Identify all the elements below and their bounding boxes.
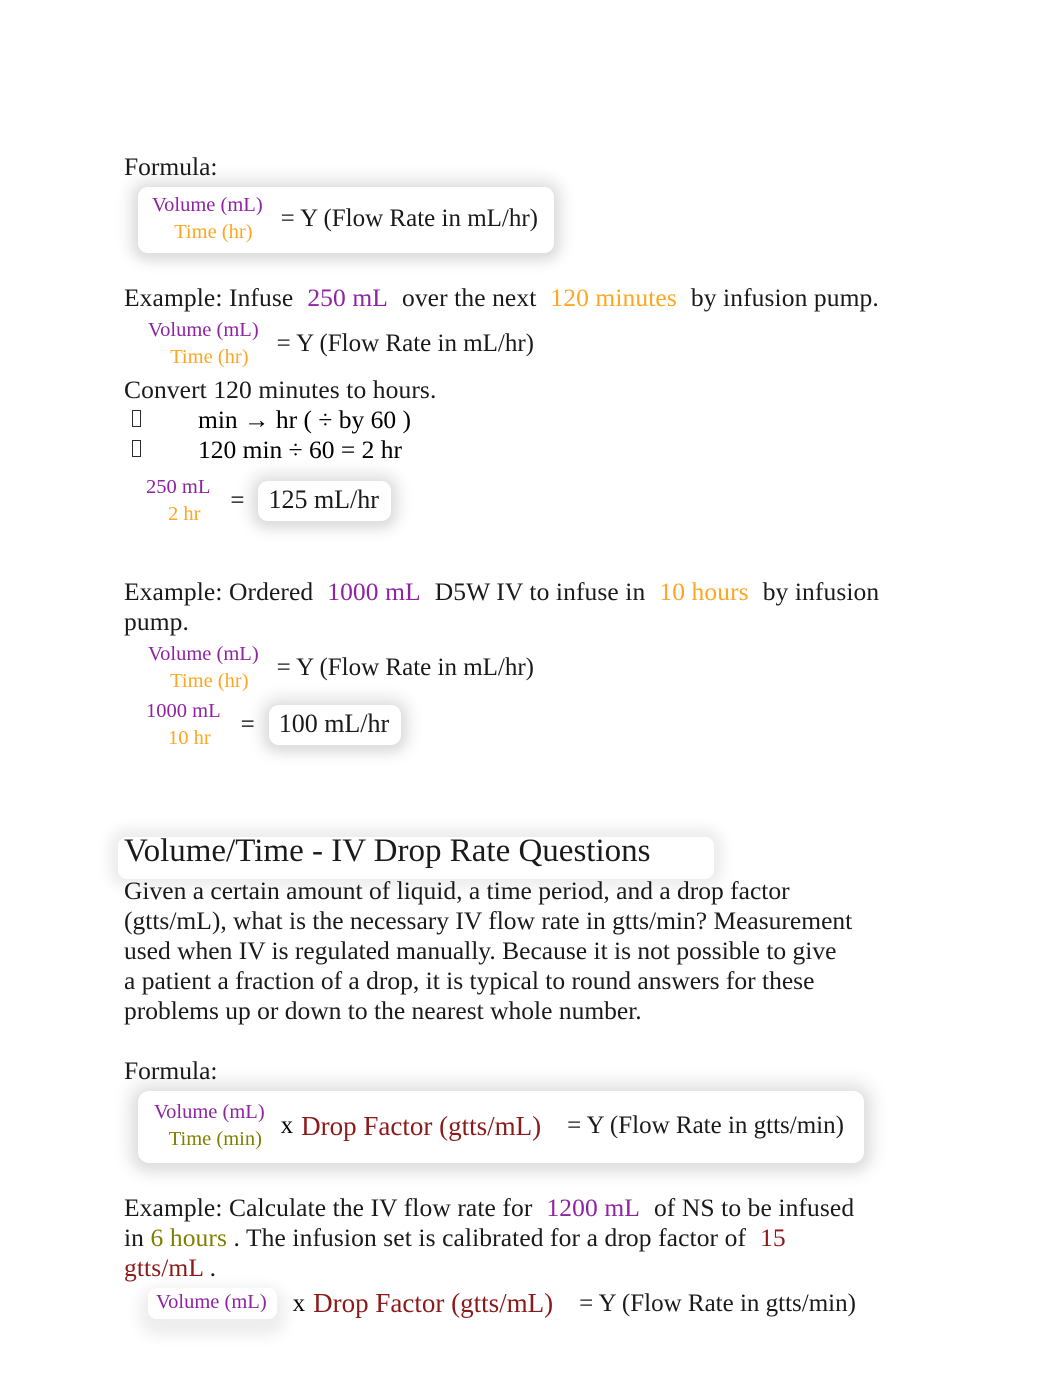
page-title: Volume/Time - IV Drop Rate Questions [124, 833, 651, 869]
drop-rate-formula-box: Volume (mL) Time (min) x Drop Factor (gt… [138, 1091, 864, 1163]
fraction-volume-over-time: Volume (mL) Time (hr) [148, 642, 259, 694]
fraction-numerator: 250 mL [146, 476, 211, 498]
example-2-calculation: 1000 mL 10 hr = 100 mL/hr [146, 699, 924, 751]
fraction-volume-over-time-min: Volume (mL) Time (min) [154, 1100, 265, 1152]
example-2-statement-line2: pump. [124, 607, 189, 636]
example-1-formula: Volume (mL) Time (hr) = Y (Flow Rate in … [148, 318, 924, 370]
example-3-time: 6 hours [150, 1223, 228, 1252]
bullet-item: min → hr ( ÷ by 60 ) [124, 405, 924, 435]
fraction-numerator: 1000 mL [146, 700, 221, 722]
description-line: problems up or down to the nearest whole… [124, 996, 642, 1025]
example-1-prefix: Example: Infuse [124, 283, 294, 312]
example-1-time: 120 minutes [550, 283, 677, 312]
multiply-sign: x [280, 1112, 294, 1139]
example-1-answer: 125 mL/hr [268, 485, 379, 514]
fraction-numerator: Volume (mL) [156, 1291, 267, 1313]
fraction-numerator: Volume (mL) [152, 194, 263, 216]
example-3-statement-line2: in 6 hours . The infusion set is calibra… [124, 1223, 924, 1253]
fraction-1000-over-10: 1000 mL 10 hr [146, 699, 221, 751]
bullet-text: min → hr ( ÷ by 60 ) [198, 405, 412, 434]
bullet-text: 120 min ÷ 60 = 2 hr [198, 435, 403, 464]
example-2-formula: Volume (mL) Time (hr) = Y (Flow Rate in … [148, 642, 924, 694]
drop-factor-term: Drop Factor (gtts/mL) [301, 1110, 542, 1141]
example-2-middle: D5W IV to infuse in [434, 577, 646, 606]
bullet-item: 120 min ÷ 60 = 2 hr [124, 435, 924, 465]
bullet-tofu-icon [132, 410, 141, 427]
example-2-answer: 100 mL/hr [278, 709, 390, 738]
example-3-fraction-box: Volume (mL) [148, 1288, 277, 1319]
example-1-suffix: by infusion pump. [690, 283, 879, 312]
drop-rate-formula: Volume (mL) Time (min) x Drop Factor (gt… [138, 1091, 924, 1163]
fraction-volume-over-time: Volume (mL) Time (hr) [152, 193, 263, 245]
example-3-line3-suffix: . [209, 1253, 217, 1282]
fraction-denominator: Time (hr) [170, 670, 249, 692]
formula-equals-text: = Y (Flow Rate in gtts/min) [567, 1112, 844, 1139]
formula-equals-text: = Y (Flow Rate in mL/hr) [276, 654, 535, 681]
example-3-formula: Volume (mL) x Drop Factor (gtts/mL) = Y … [148, 1288, 924, 1319]
example-2-answer-box: 100 mL/hr [268, 705, 402, 745]
fraction-volume-over-time: Volume (mL) Time (hr) [148, 318, 259, 370]
fraction-numerator: Volume (mL) [148, 643, 259, 665]
fraction-denominator: 2 hr [167, 503, 201, 525]
example-1-middle: over the next [401, 283, 537, 312]
example-3-middle: of NS to be infused [653, 1193, 855, 1222]
example-2-statement: Example: Ordered 1000 mL D5W IV to infuse … [124, 577, 924, 607]
drop-factor-term: Drop Factor (gtts/mL) [313, 1288, 554, 1318]
fraction-250-over-2: 250 mL 2 hr [146, 475, 210, 527]
example-3-line2-middle: . The infusion set is calibrated for a d… [233, 1223, 747, 1252]
example-2-volume: 1000 mL [327, 577, 421, 606]
bullet-tofu-icon [132, 440, 141, 457]
example-3-statement-line3: gtts/mL . [124, 1253, 924, 1283]
example-3-prefix: Example: Calculate the IV flow rate for [124, 1193, 533, 1222]
document-content: Formula: Volume (mL) Time (hr) = Y (Flow… [118, 152, 924, 1319]
formula-flow-rate: Volume (mL) Time (hr) = Y (Flow Rate in … [138, 187, 924, 253]
example-1-volume: 250 mL [307, 283, 388, 312]
example-2-time: 10 hours [659, 577, 749, 606]
multiply-sign: x [292, 1289, 306, 1317]
example-1-answer-box: 125 mL/hr [258, 481, 391, 521]
example-1-statement: Example: Infuse 250 mL over the next 120 mi… [124, 283, 924, 313]
equals-sign: = [230, 487, 245, 514]
example-2-prefix: Example: Ordered [124, 577, 314, 606]
formula-equals-text: = Y (Flow Rate in mL/hr) [280, 205, 539, 232]
example-3-drop-factor-value: 15 [760, 1223, 786, 1252]
example-3-statement: Example: Calculate the IV flow rate for 1… [124, 1193, 924, 1223]
fraction-denominator: 10 hr [167, 727, 211, 749]
equals-sign: = [240, 711, 255, 738]
description-line: (gtts/mL), what is the necessary IV flow… [124, 906, 853, 935]
description-line: a patient a fraction of a drop, it is ty… [124, 966, 815, 995]
formula-equals-text: = Y (Flow Rate in mL/hr) [276, 330, 535, 357]
drop-rate-heading-wrap: Volume/Time - IV Drop Rate Questions [118, 831, 715, 879]
example-3-drop-factor-unit: gtts/mL [124, 1253, 204, 1282]
formula-equals-text: = Y (Flow Rate in gtts/min) [579, 1289, 856, 1317]
drop-rate-description: Given a certain amount of liquid, a time… [124, 876, 914, 1026]
example-3-line2-prefix: in [124, 1223, 145, 1252]
formula-label-flow-rate: Formula: [124, 152, 218, 181]
fraction-denominator: Time (hr) [170, 346, 249, 368]
description-line: used when IV is regulated manually. Beca… [124, 936, 837, 965]
fraction-numerator: Volume (mL) [148, 319, 259, 341]
formula-flow-rate-box: Volume (mL) Time (hr) = Y (Flow Rate in … [138, 187, 555, 253]
example-2-suffix: by infusion [762, 577, 880, 606]
description-line: Given a certain amount of liquid, a time… [124, 876, 790, 905]
example-3-volume: 1200 mL [546, 1193, 640, 1222]
fraction-denominator: Time (hr) [174, 221, 253, 243]
fraction-numerator: Volume (mL) [154, 1101, 265, 1123]
convert-instruction: Convert 120 minutes to hours. [124, 375, 437, 404]
fraction-denominator: Time (min) [168, 1128, 262, 1150]
example-1-calculation: 250 mL 2 hr = 125 mL/hr [146, 475, 924, 527]
formula-label-drop-rate: Formula: [124, 1056, 218, 1085]
document-page: Formula: Volume (mL) Time (hr) = Y (Flow… [0, 0, 1062, 1376]
